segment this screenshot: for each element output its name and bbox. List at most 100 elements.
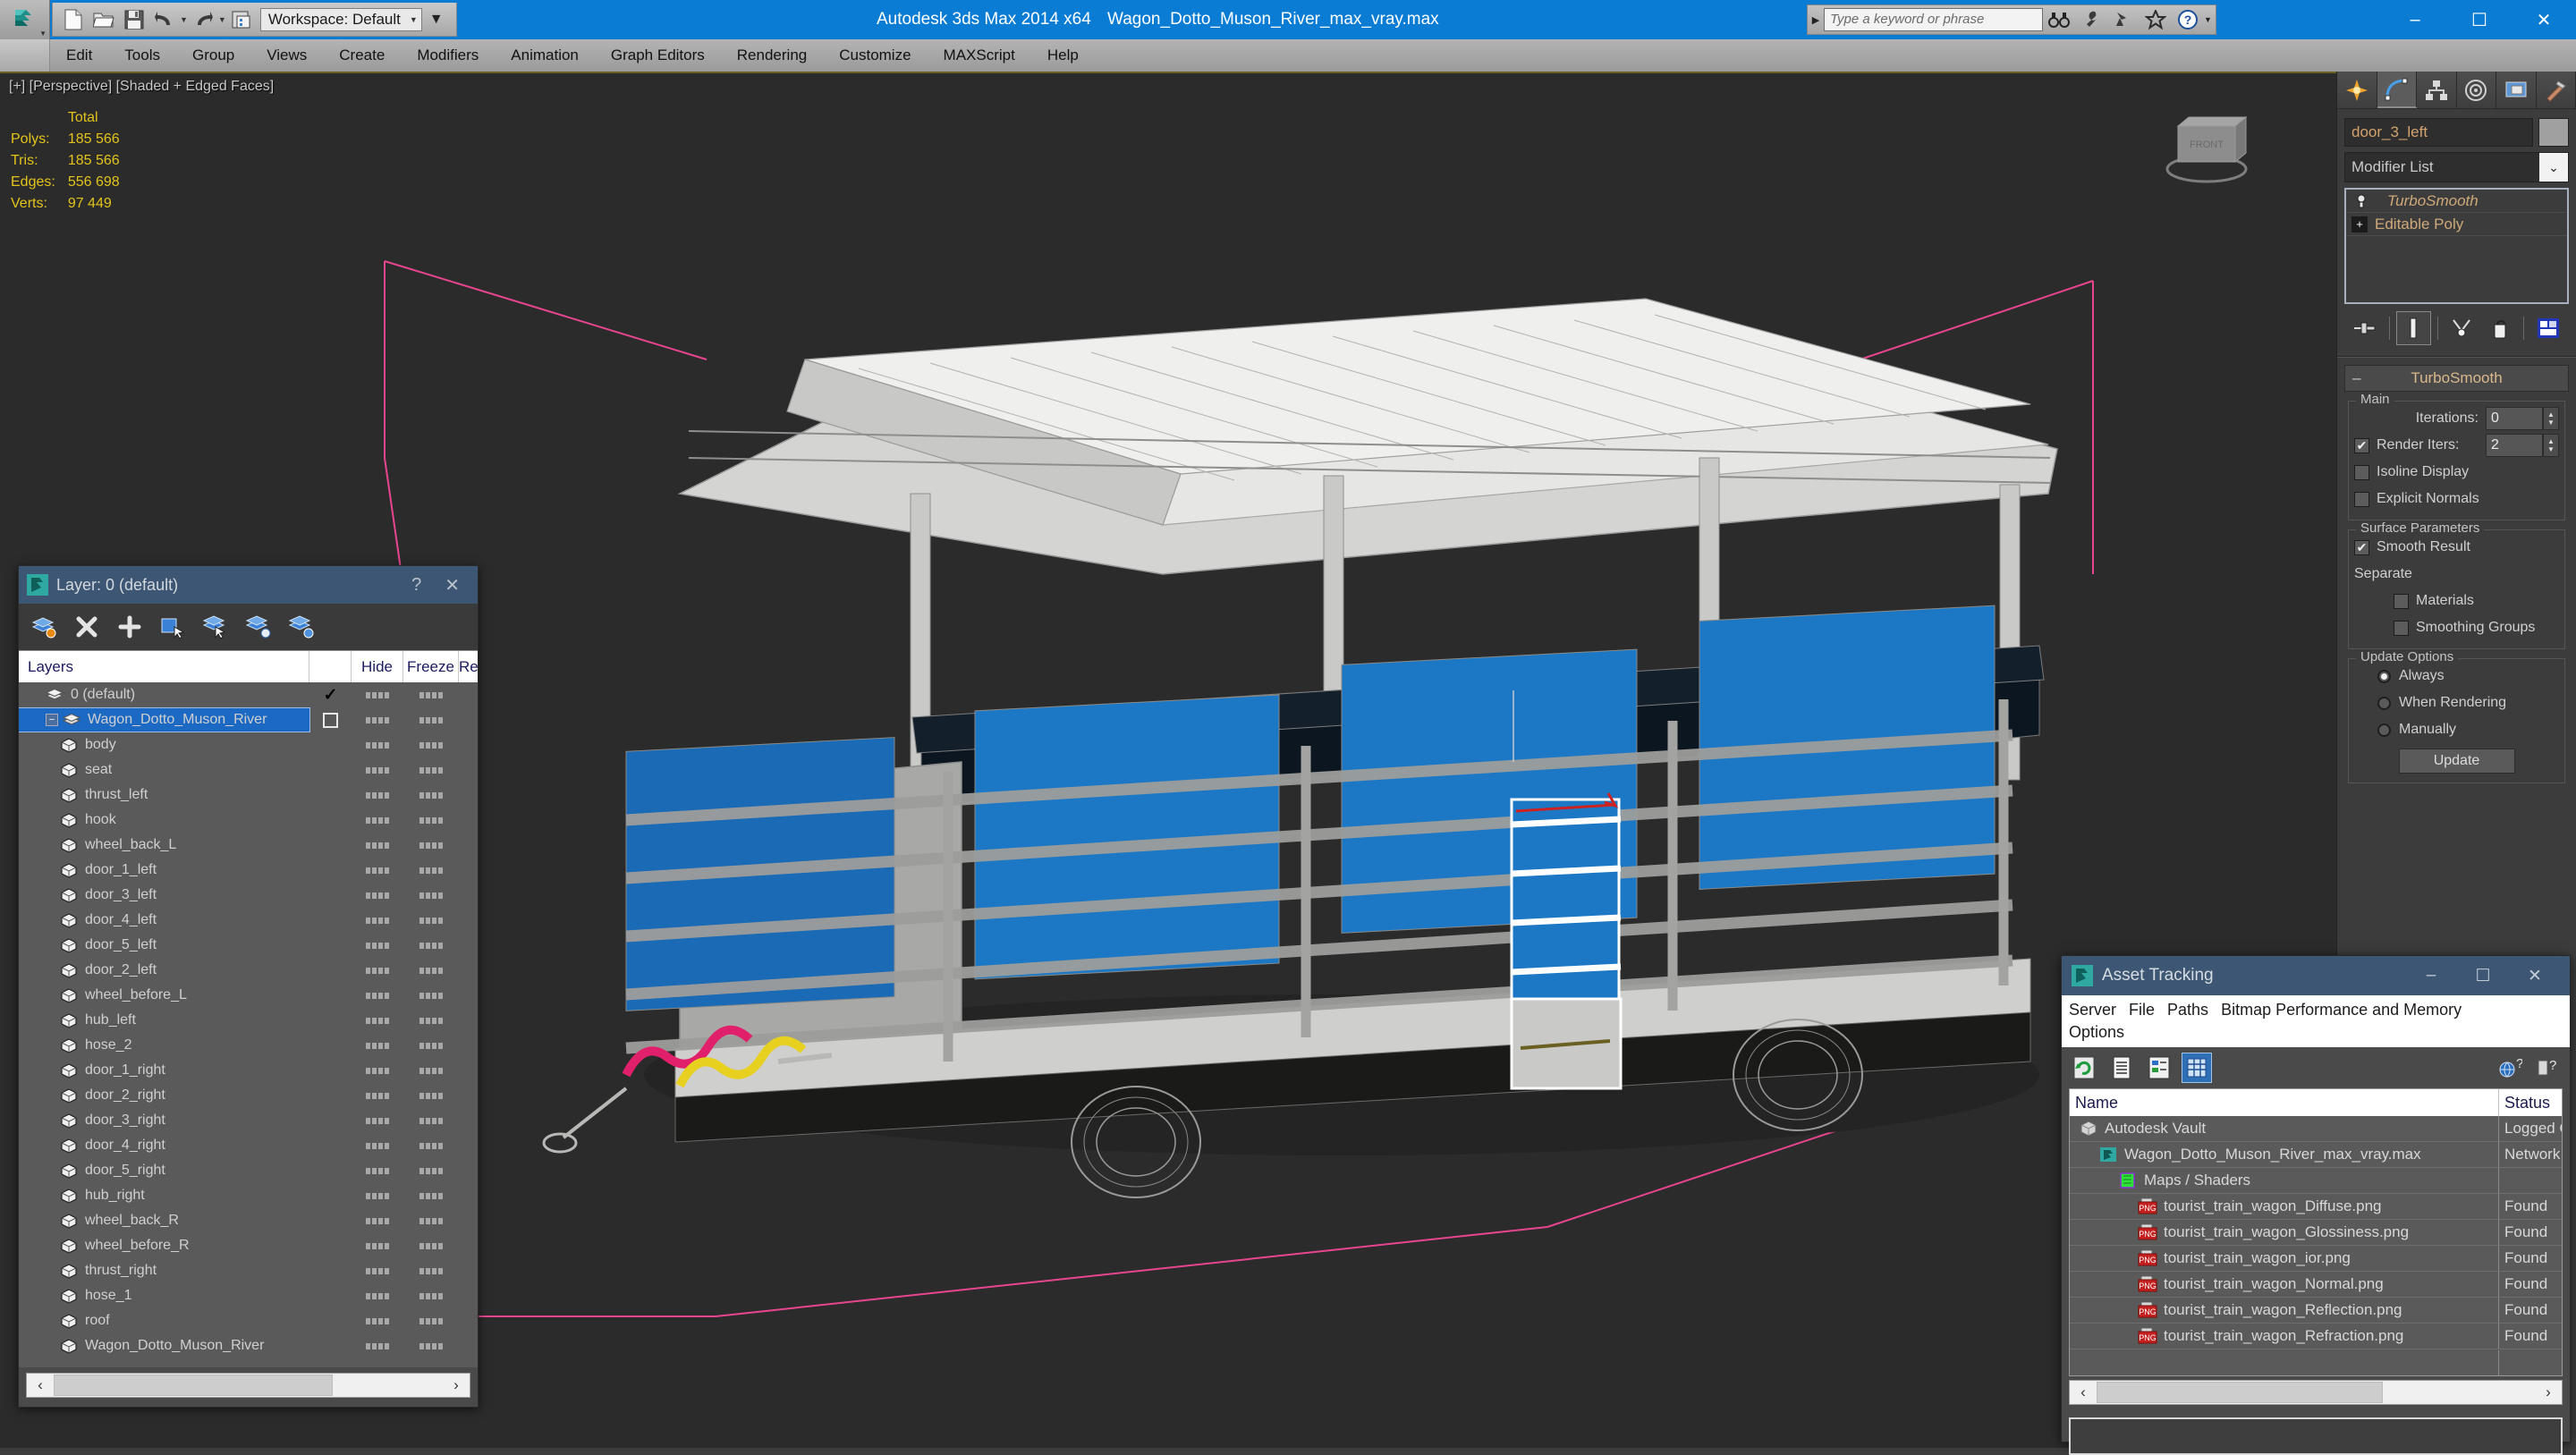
layer-row-name[interactable]: −Wagon_Dotto_Muson_River: [19, 708, 309, 732]
asset-close-button[interactable]: ✕: [2509, 956, 2561, 995]
project-folder-button[interactable]: [226, 5, 257, 34]
help-button[interactable]: ?: [2172, 6, 2204, 33]
asset-menu-file[interactable]: File: [2129, 999, 2167, 1021]
layer-horizontal-scrollbar[interactable]: ‹ ›: [26, 1373, 470, 1398]
layer-row-name[interactable]: wheel_back_L: [19, 833, 309, 857]
iterations-spinner[interactable]: ▲▼: [2543, 407, 2559, 430]
layer-hide-cell[interactable]: [352, 867, 403, 874]
layer-scroll-thumb[interactable]: [54, 1375, 333, 1396]
asset-tracking-window[interactable]: Asset Tracking – ☐ ✕ Server File Paths B…: [2061, 955, 2571, 1442]
layer-scroll-right-button[interactable]: ›: [443, 1376, 470, 1394]
layer-dialog-close-button[interactable]: ✕: [434, 574, 470, 596]
asset-row[interactable]: Maps / Shaders: [2070, 1168, 2562, 1194]
menu-item-maxscript[interactable]: MAXScript: [928, 39, 1031, 72]
workspace-selector[interactable]: Workspace: Default ▼: [260, 8, 422, 31]
redo-button[interactable]: [188, 5, 218, 34]
asset-row[interactable]: PNGtourist_train_wagon_Diffuse.pngFound: [2070, 1194, 2562, 1220]
layer-dialog-titlebar[interactable]: Layer: 0 (default) ? ✕: [19, 566, 478, 604]
menu-item-edit[interactable]: Edit: [50, 39, 108, 72]
asset-table[interactable]: Name Status Autodesk VaultLogged OWagon_…: [2069, 1088, 2563, 1376]
dependency-view-button[interactable]: [2144, 1053, 2174, 1083]
layer-hide-cell[interactable]: [352, 1068, 403, 1074]
layer-freeze-cell[interactable]: [403, 918, 459, 924]
layer-row-name[interactable]: hose_2: [19, 1034, 309, 1057]
layer-current-cell[interactable]: [309, 713, 352, 728]
layer-hide-cell[interactable]: [352, 918, 403, 924]
layer-freeze-cell[interactable]: [403, 1043, 459, 1049]
layer-row-name[interactable]: door_3_right: [19, 1109, 309, 1132]
asset-col-name[interactable]: Name: [2070, 1089, 2499, 1116]
layer-row[interactable]: door_5_left: [19, 933, 478, 958]
find-button[interactable]: [2043, 6, 2075, 33]
minimize-button[interactable]: –: [2383, 0, 2447, 39]
search-expand-icon[interactable]: ▶: [1808, 14, 1824, 26]
configure-modifier-sets-button[interactable]: [2530, 311, 2565, 345]
close-button[interactable]: ✕: [2512, 0, 2576, 39]
layer-row[interactable]: door_1_left: [19, 858, 478, 883]
layer-row-name[interactable]: door_1_right: [19, 1059, 309, 1082]
layer-hide-cell[interactable]: [352, 1293, 403, 1299]
redo-dropdown-icon[interactable]: ▼: [218, 15, 226, 24]
layer-row-name[interactable]: roof: [19, 1309, 309, 1332]
layer-freeze-cell[interactable]: [403, 1118, 459, 1124]
modifier-stack-item-turbosmooth[interactable]: TurboSmooth: [2346, 190, 2567, 213]
layer-row[interactable]: Wagon_Dotto_Muson_River: [19, 1333, 478, 1358]
layer-row-name[interactable]: door_2_right: [19, 1084, 309, 1107]
layer-row[interactable]: body: [19, 732, 478, 757]
layer-hide-cell[interactable]: [352, 1243, 403, 1249]
asset-scroll-left-button[interactable]: ‹: [2070, 1383, 2097, 1401]
layer-hide-cell[interactable]: [352, 943, 403, 949]
asset-row-name[interactable]: PNGtourist_train_wagon_ior.png: [2070, 1246, 2499, 1271]
layer-row-name[interactable]: door_3_left: [19, 884, 309, 907]
layer-row-name[interactable]: door_2_left: [19, 959, 309, 982]
layer-hide-cell[interactable]: [352, 1268, 403, 1274]
layer-row-name[interactable]: hub_right: [19, 1184, 309, 1207]
layer-hide-cell[interactable]: [352, 1118, 403, 1124]
asset-row-name[interactable]: PNGtourist_train_wagon_Reflection.png: [2070, 1298, 2499, 1323]
layer-freeze-cell[interactable]: [403, 842, 459, 849]
layer-freeze-cell[interactable]: [403, 792, 459, 799]
layer-row-name[interactable]: thrust_right: [19, 1259, 309, 1282]
maximize-button[interactable]: ☐: [2447, 0, 2512, 39]
layer-freeze-cell[interactable]: [403, 1268, 459, 1274]
layer-row-name[interactable]: hose_1: [19, 1284, 309, 1307]
app-logo-button[interactable]: ▼: [0, 0, 50, 39]
layer-row-name[interactable]: hook: [19, 808, 309, 832]
isoline-display-checkbox[interactable]: [2354, 465, 2369, 480]
layer-hide-cell[interactable]: [352, 892, 403, 899]
asset-row-name[interactable]: Autodesk Vault: [2070, 1116, 2499, 1141]
layer-freeze-cell[interactable]: [403, 1218, 459, 1224]
always-radio[interactable]: [2377, 670, 2391, 683]
layer-row[interactable]: hub_right: [19, 1183, 478, 1208]
asset-row[interactable]: PNGtourist_train_wagon_Normal.pngFound: [2070, 1272, 2562, 1298]
menu-item-animation[interactable]: Animation: [495, 39, 595, 72]
asset-scroll-thumb[interactable]: [2097, 1382, 2383, 1403]
asset-col-status[interactable]: Status: [2499, 1089, 2562, 1116]
layer-row[interactable]: wheel_before_R: [19, 1233, 478, 1258]
rollout-collapse-icon[interactable]: –: [2352, 369, 2360, 387]
layer-hide-cell[interactable]: [352, 1143, 403, 1149]
modifier-stack-item-editable-poly[interactable]: + Editable Poly: [2346, 213, 2567, 236]
asset-scroll-right-button[interactable]: ›: [2535, 1383, 2562, 1401]
layer-row[interactable]: hose_2: [19, 1033, 478, 1058]
expander-minus-icon[interactable]: −: [46, 714, 58, 726]
layer-row-name[interactable]: door_1_left: [19, 859, 309, 882]
layer-col-hide[interactable]: Hide: [352, 651, 403, 682]
layer-freeze-cell[interactable]: [403, 943, 459, 949]
layer-row[interactable]: roof: [19, 1308, 478, 1333]
layer-row[interactable]: seat: [19, 757, 478, 782]
satellite-button[interactable]: [2107, 6, 2140, 33]
layer-freeze-cell[interactable]: [403, 1193, 459, 1199]
layer-hide-cell[interactable]: [352, 1218, 403, 1224]
when-rendering-radio[interactable]: [2377, 697, 2391, 710]
modify-tab[interactable]: [2377, 72, 2418, 108]
asset-row-name[interactable]: PNGtourist_train_wagon_Refraction.png: [2070, 1324, 2499, 1349]
create-new-layer-button[interactable]: [28, 611, 60, 643]
layer-freeze-cell[interactable]: [403, 1168, 459, 1174]
layer-row-name[interactable]: door_4_left: [19, 909, 309, 932]
layer-hide-cell[interactable]: [352, 1168, 403, 1174]
layer-row[interactable]: door_5_right: [19, 1158, 478, 1183]
asset-maximize-button[interactable]: ☐: [2457, 956, 2509, 995]
refresh-button[interactable]: [2069, 1053, 2099, 1083]
asset-minimize-button[interactable]: –: [2405, 956, 2457, 995]
